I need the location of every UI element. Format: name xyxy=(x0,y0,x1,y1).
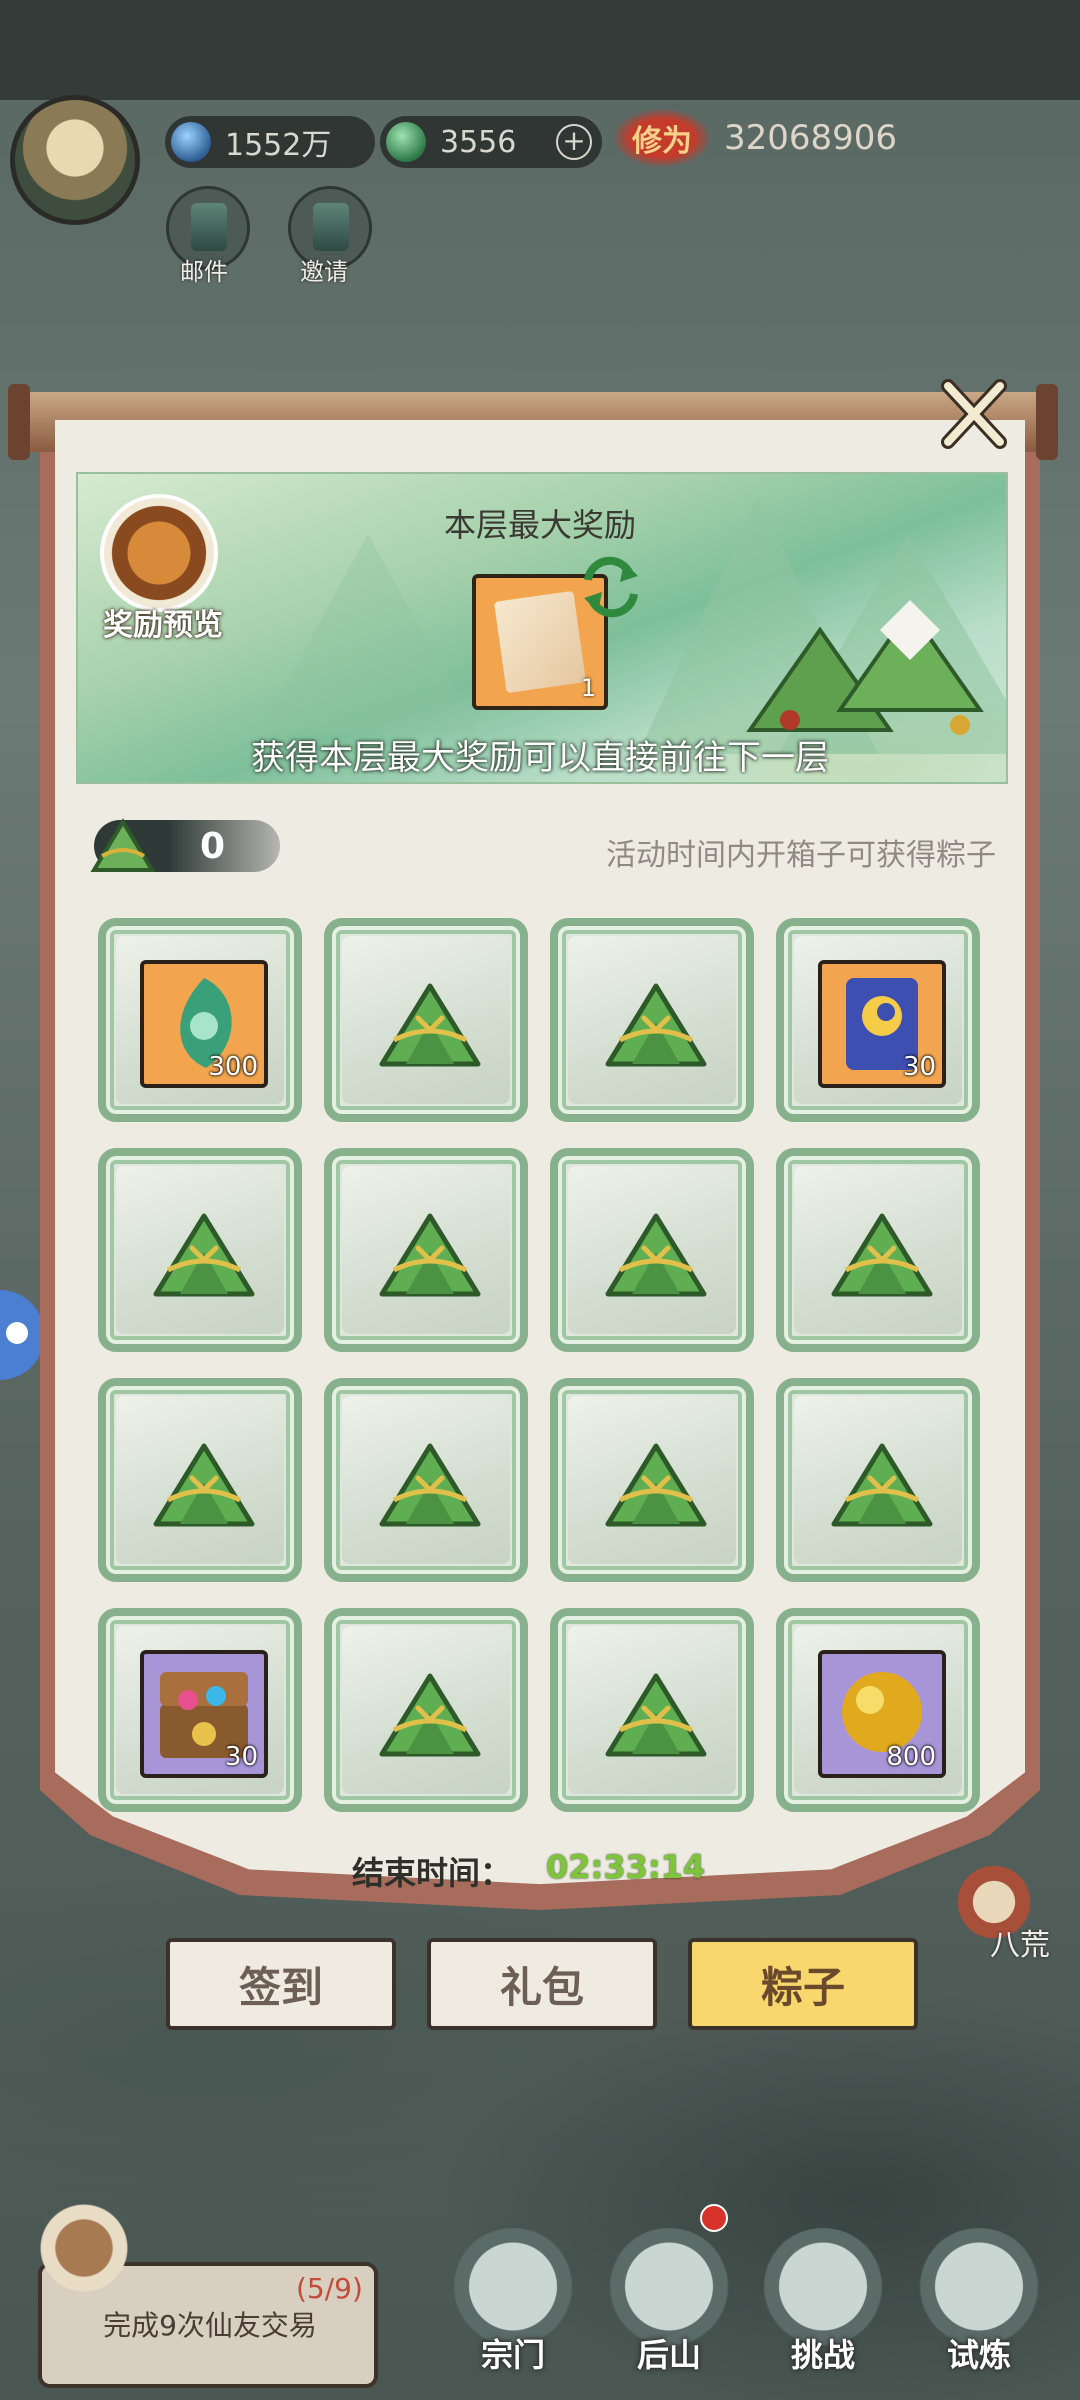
quest-text: 完成9次仙友交易 xyxy=(103,2309,317,2342)
max-reward-title: 本层最大奖励 xyxy=(443,506,636,544)
zongzi-icon xyxy=(605,1213,707,1297)
close-button[interactable] xyxy=(938,378,1010,450)
zongzi-icon xyxy=(379,1443,481,1527)
quest-progress: (5/9) xyxy=(296,2272,363,2305)
tab-zongzi[interactable]: 粽子 xyxy=(688,1938,918,2030)
status-bar-area xyxy=(0,0,1080,100)
nav-challenge-label: 挑战 xyxy=(790,2336,855,2374)
currency-spirit-stone-value: 1552万 xyxy=(225,128,332,163)
talisman-paper-icon xyxy=(493,590,587,694)
reward-cell[interactable] xyxy=(776,1378,980,1582)
zongzi-icon xyxy=(831,1443,933,1527)
currency-jade-value: 3556 xyxy=(440,124,517,160)
reward-cell[interactable] xyxy=(98,1148,302,1352)
max-reward-count: 1 xyxy=(580,674,596,702)
treasure-chest-icon: 30 xyxy=(140,1650,268,1778)
xiuwei-badge: 修为 xyxy=(612,108,712,168)
zongzi-icon xyxy=(153,1213,255,1297)
currency-spirit-stone: 1552万 xyxy=(165,116,375,168)
add-currency-button[interactable]: + xyxy=(556,124,592,160)
item-count: 30 xyxy=(224,1742,258,1772)
end-time-label: 结束时间： xyxy=(352,1854,513,1892)
zongzi-icon xyxy=(379,1213,481,1297)
nav-backhill-label: 后山 xyxy=(636,2336,701,2374)
banner-tip: 获得本层最大奖励可以直接前往下一层 xyxy=(251,738,829,778)
tab-signin[interactable]: 签到 xyxy=(166,1938,396,2030)
reward-cell[interactable] xyxy=(324,1378,528,1582)
avatar[interactable] xyxy=(10,95,140,225)
zongzi-pile-icon xyxy=(746,600,984,735)
reward-cell[interactable] xyxy=(776,1148,980,1352)
reward-cell[interactable] xyxy=(550,1148,754,1352)
nav-trial-label: 试炼 xyxy=(946,2336,1011,2374)
reward-cell[interactable]: 800 xyxy=(776,1608,980,1812)
reward-preview-label: 奖励预览 xyxy=(103,608,223,643)
zongzi-tip: 活动时间内开箱子可获得粽子 xyxy=(606,838,996,873)
zongzi-icon xyxy=(605,1673,707,1757)
nav-sect-label: 宗门 xyxy=(480,2336,545,2374)
reward-cell[interactable] xyxy=(324,1608,528,1812)
reward-preview-button[interactable] xyxy=(100,494,218,612)
jade-coin-icon xyxy=(386,122,426,162)
swap-icon[interactable] xyxy=(580,556,642,618)
mail-icon xyxy=(191,203,227,251)
item-count: 800 xyxy=(886,1742,936,1772)
book-icon xyxy=(32,2196,136,2300)
reward-cell[interactable] xyxy=(550,918,754,1122)
invite-icon xyxy=(313,203,349,251)
reward-cell[interactable] xyxy=(550,1378,754,1582)
notification-dot xyxy=(700,2204,728,2232)
zongzi-count: 0 xyxy=(200,826,226,867)
item-count: 30 xyxy=(902,1052,936,1082)
scroll-knob-left xyxy=(8,384,30,460)
reward-cell[interactable] xyxy=(324,918,528,1122)
zongzi-icon xyxy=(831,1213,933,1297)
zongzi-icon xyxy=(379,983,481,1067)
mail-label: 邮件 xyxy=(180,258,228,286)
zongzi-icon xyxy=(153,1443,255,1527)
jade-icon: 300 xyxy=(140,960,268,1088)
tab-gift[interactable]: 礼包 xyxy=(427,1938,657,2030)
close-icon xyxy=(941,379,1007,449)
bahuang-label: 八荒 xyxy=(990,1928,1050,1963)
zongzi-icon xyxy=(605,1443,707,1527)
xiuwei-value: 32068906 xyxy=(724,118,898,158)
gold-orb-icon: 800 xyxy=(818,1650,946,1778)
scroll-token-icon: 30 xyxy=(818,960,946,1088)
reward-cell[interactable] xyxy=(550,1608,754,1812)
zongzi-icon xyxy=(90,818,156,872)
reward-cell[interactable]: 30 xyxy=(776,918,980,1122)
reward-cell[interactable]: 300 xyxy=(98,918,302,1122)
item-count: 300 xyxy=(208,1052,258,1082)
zongzi-counter xyxy=(90,818,280,872)
zongzi-icon xyxy=(605,983,707,1067)
zongzi-icon xyxy=(379,1673,481,1757)
reward-cell[interactable] xyxy=(324,1148,528,1352)
reward-cell[interactable]: 30 xyxy=(98,1608,302,1812)
end-time-value: 02:33:14 xyxy=(546,1848,706,1886)
scroll-knob-right xyxy=(1036,384,1058,460)
invite-label: 邀请 xyxy=(300,258,348,286)
currency-jade: 3556 + xyxy=(380,116,602,168)
reward-cell[interactable] xyxy=(98,1378,302,1582)
spirit-stone-icon xyxy=(171,122,211,162)
